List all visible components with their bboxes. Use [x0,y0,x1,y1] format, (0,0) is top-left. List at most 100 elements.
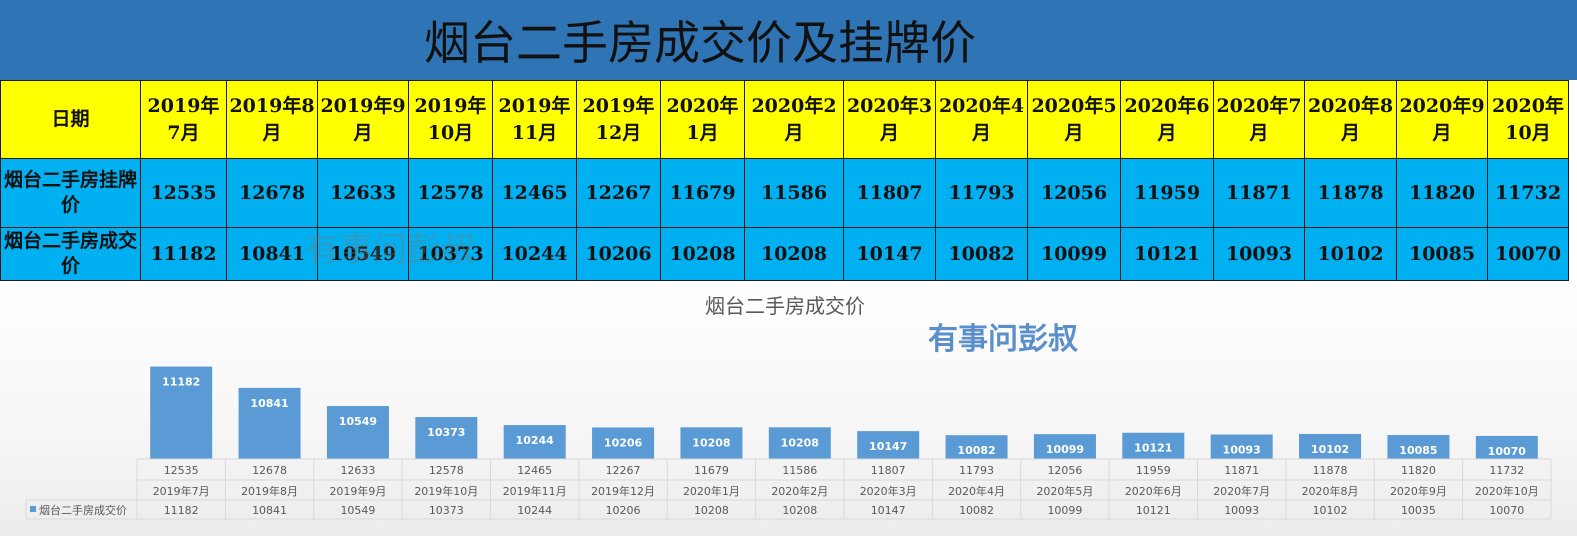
data-table-value: 10099 [1047,504,1082,517]
month-header: 2019年7月 [140,80,227,159]
table-cell: 10102 [1304,227,1397,281]
month-header: 2020年7月 [1213,80,1305,159]
bar-value-label: 10099 [1046,443,1084,456]
secondary-value-label: 11878 [1313,464,1348,477]
secondary-value-label: 12578 [429,464,464,477]
category-label: 2019年8月 [241,484,298,498]
month-header: 2020年8月 [1304,80,1397,159]
table-cell: 12535 [140,158,227,228]
secondary-value-label: 12465 [517,464,552,477]
data-table-value: 10035 [1401,504,1436,517]
category-label: 2020年5月 [1036,484,1093,498]
chart-title: 烟台二手房成交价 [705,294,865,318]
table-cell: 10373 [408,227,493,281]
secondary-value-label: 12535 [164,464,199,477]
month-header: 2020年6月 [1120,80,1214,159]
bar-value-label: 10147 [869,440,907,453]
transaction-price-chart: 烟台二手房成交价 11182 10841 10549 10373 10244 10206 10… [25,294,1552,520]
category-label: 2019年9月 [329,484,386,498]
bar-value-label: 10208 [781,436,819,449]
date-label: 日期 [0,80,141,159]
data-table-value: 10549 [340,504,375,517]
secondary-value-label: 11807 [871,464,906,477]
category-label: 2019年7月 [153,484,210,498]
month-header: 2019年8月 [226,80,318,159]
page-title: 烟台二手房成交价及挂牌价 [424,16,976,70]
table-cell: 10121 [1120,227,1214,281]
legend-label: 烟台二手房成交价 [39,503,127,517]
secondary-value-label: 11793 [959,464,994,477]
data-table-value: 10208 [782,504,817,517]
table-cell: 10841 [226,227,318,281]
bar-value-label: 10208 [692,436,730,449]
secondary-value-label: 12056 [1047,464,1082,477]
category-label: 2020年2月 [771,484,828,498]
bar-value-label: 10206 [604,436,643,449]
table-cell: 10549 [317,227,409,281]
category-label: 2020年10月 [1475,484,1539,498]
category-label: 2020年8月 [1302,484,1359,498]
bar-value-label: 10121 [1134,442,1172,455]
category-label: 2020年6月 [1125,484,1182,498]
secondary-value-label: 11586 [782,464,817,477]
month-header: 2020年2月 [744,80,844,159]
bar-value-label: 10244 [516,434,555,447]
month-header: 2019年10月 [408,80,493,159]
bar-value-label: 10093 [1223,443,1261,456]
table-cell: 11793 [935,158,1028,228]
data-table-value: 10206 [606,504,641,517]
month-header: 2020年5月 [1027,80,1121,159]
secondary-value-label: 11959 [1136,464,1171,477]
secondary-value-label: 12678 [252,464,287,477]
table-cell: 12056 [1027,158,1121,228]
secondary-value-label: 12267 [606,464,641,477]
category-label: 2020年1月 [683,484,740,498]
table-cell: 10082 [935,227,1028,281]
month-header: 2020年10月 [1487,80,1569,159]
bar-value-label: 11182 [162,376,200,389]
data-table-value: 11182 [164,504,199,517]
title-banner: 烟台二手房成交价及挂牌价 [0,0,1577,80]
bar [326,406,389,459]
month-header: 2020年4月 [935,80,1028,159]
table-cell: 11959 [1120,158,1214,228]
category-label: 2019年11月 [503,484,567,498]
row-label: 烟台二手房成交价 [0,227,141,281]
month-header: 2020年3月 [843,80,936,159]
transaction-price-row: 烟台二手房成交价 11182 10841 10549 10373 10244 1… [0,227,1569,281]
bar-value-label: 10082 [957,444,995,457]
table-cell: 11878 [1304,158,1397,228]
month-header: 2019年12月 [576,80,661,159]
category-label: 2019年12月 [591,484,655,498]
bar-value-label: 10085 [1399,444,1437,457]
table-cell: 12633 [317,158,409,228]
table-cell: 12678 [226,158,318,228]
data-table-value: 10102 [1313,504,1348,517]
row-label: 烟台二手房挂牌价 [0,158,141,228]
table-cell: 11820 [1396,158,1488,228]
table-cell: 11679 [660,158,745,228]
data-table-value: 10147 [871,504,906,517]
table-cell: 10206 [576,227,661,281]
bar-value-label: 10841 [250,397,288,410]
data-table-value: 10093 [1224,504,1259,517]
category-label: 2020年4月 [948,484,1005,498]
table-cell: 10244 [492,227,577,281]
month-header: 2019年11月 [492,80,577,159]
data-table-value: 10244 [517,504,552,517]
bar-value-label: 10549 [339,415,377,428]
data-table-value: 10121 [1136,504,1171,517]
date-header-row: 日期 2019年7月 2019年8月 2019年9月 2019年10月 2019… [0,80,1569,159]
table-cell: 10208 [744,227,844,281]
legend-key [30,506,36,512]
table-cell: 10093 [1213,227,1305,281]
table-cell: 11732 [1487,158,1569,228]
data-table-value: 10070 [1489,504,1524,517]
price-table: 日期 2019年7月 2019年8月 2019年9月 2019年10月 2019… [0,80,1569,281]
table-cell: 10070 [1487,227,1569,281]
month-header: 2019年9月 [317,80,409,159]
data-table-value: 10373 [429,504,464,517]
data-table-value: 10082 [959,504,994,517]
secondary-value-label: 11732 [1489,464,1524,477]
table-cell: 12267 [576,158,661,228]
